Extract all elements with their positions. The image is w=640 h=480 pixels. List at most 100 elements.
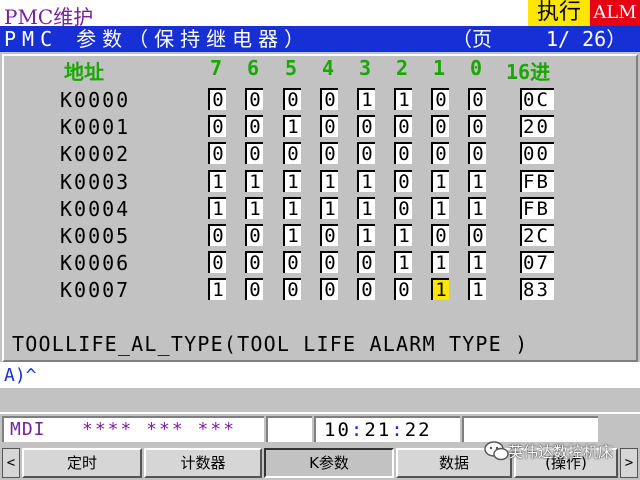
wechat-logo-icon — [484, 441, 510, 461]
bit-cell[interactable]: 0 — [468, 115, 486, 137]
bit-cell[interactable]: 0 — [245, 224, 263, 246]
bit-cell[interactable]: 0 — [468, 142, 486, 164]
clock-box: 10:21:22 — [314, 416, 460, 442]
bit-cell[interactable]: 1 — [208, 278, 226, 300]
bit-cell[interactable]: 0 — [431, 88, 449, 110]
bit-cell[interactable]: 1 — [394, 251, 412, 273]
bit-cell[interactable]: 0 — [468, 88, 486, 110]
bit-cell[interactable]: 0 — [245, 278, 263, 300]
bit-cell[interactable]: 1 — [357, 197, 375, 219]
bit-cell[interactable]: 1 — [468, 251, 486, 273]
bit-cell[interactable]: 0 — [283, 142, 301, 164]
bit-cell[interactable]: 1 — [283, 170, 301, 192]
bit-cell[interactable]: 0 — [394, 170, 412, 192]
bit-cell[interactable]: 1 — [357, 224, 375, 246]
bit-cell[interactable]: 1 — [431, 251, 449, 273]
bit-cell[interactable]: 1 — [208, 170, 226, 192]
bit-cell[interactable]: 0 — [245, 88, 263, 110]
bit-cell[interactable]: 0 — [357, 115, 375, 137]
row-address: K0005 — [60, 224, 131, 248]
hex-value: 00 — [520, 142, 554, 164]
row-address: K0002 — [60, 142, 131, 166]
bit-cell[interactable]: 1 — [468, 170, 486, 192]
watermark-text: 英伟达数控机床 — [508, 443, 614, 461]
bit-cell[interactable]: 0 — [357, 278, 375, 300]
bit-cell[interactable]: 0 — [208, 142, 226, 164]
bit-cell[interactable]: 1 — [357, 170, 375, 192]
bit-cell[interactable]: 0 — [208, 115, 226, 137]
softkey-prev-arrow[interactable]: < — [2, 448, 20, 478]
bit-cell[interactable]: 1 — [283, 115, 301, 137]
bit-cell[interactable]: 1 — [431, 170, 449, 192]
bit-cell[interactable]: 0 — [357, 251, 375, 273]
bit-cell[interactable]: 0 — [245, 142, 263, 164]
bit-cell[interactable]: 0 — [208, 251, 226, 273]
screen-header: PMC 参数（保持继电器） （页 1/ 26） — [0, 26, 640, 52]
bit-cell[interactable]: 0 — [245, 115, 263, 137]
bit-cell[interactable]: 0 — [357, 142, 375, 164]
bit-cell[interactable]: 0 — [320, 224, 338, 246]
bit-cell[interactable]: 1 — [394, 88, 412, 110]
bit-cell[interactable]: 1 — [245, 170, 263, 192]
bit-cell[interactable]: 0 — [320, 115, 338, 137]
bit-cell[interactable]: 0 — [320, 278, 338, 300]
softkey-2[interactable]: K参数 — [264, 448, 394, 478]
bit-cell[interactable]: 1 — [394, 224, 412, 246]
row-address: K0007 — [60, 278, 131, 302]
bit-cell[interactable]: 1 — [208, 197, 226, 219]
bit-cell[interactable]: 1 — [431, 278, 449, 300]
softkey-0[interactable]: 定时 — [22, 448, 142, 478]
bit-cell[interactable]: 0 — [394, 115, 412, 137]
bit-cell[interactable]: 0 — [320, 251, 338, 273]
bit-cell[interactable]: 0 — [245, 251, 263, 273]
bit-cell[interactable]: 0 — [394, 278, 412, 300]
parameter-description: TOOLLIFE_AL_TYPE(TOOL LIFE ALARM TYPE ) — [12, 332, 529, 356]
bit-cell[interactable]: 0 — [468, 224, 486, 246]
input-buffer: A)^ — [4, 365, 37, 386]
mode-label: MDI — [10, 419, 46, 440]
key-input-line[interactable]: A)^ — [0, 364, 640, 388]
bit-cell[interactable]: 1 — [245, 197, 263, 219]
bit-cell[interactable]: 0 — [431, 142, 449, 164]
bit-cell[interactable]: 0 — [283, 251, 301, 273]
row-address: K0004 — [60, 197, 131, 221]
bit-cell[interactable]: 0 — [394, 142, 412, 164]
bit-cell[interactable]: 1 — [320, 197, 338, 219]
status-box-empty-1 — [266, 416, 312, 442]
bit-column-header: 5 — [285, 56, 298, 80]
bit-cell[interactable]: 1 — [357, 88, 375, 110]
screen-name: PMC 参数（保持继电器） — [4, 27, 311, 51]
hex-value: 20 — [520, 115, 554, 137]
bit-cell[interactable]: 0 — [208, 88, 226, 110]
row-address: K0001 — [60, 115, 131, 139]
bit-cell[interactable]: 0 — [283, 278, 301, 300]
bit-cell[interactable]: 0 — [394, 197, 412, 219]
softkey-next-arrow[interactable]: > — [620, 448, 638, 478]
bit-column-header: 4 — [322, 56, 335, 80]
bit-cell[interactable]: 1 — [431, 197, 449, 219]
alarm-badge[interactable]: ALM — [590, 0, 640, 26]
bit-cell[interactable]: 1 — [468, 278, 486, 300]
bit-cell[interactable]: 0 — [431, 224, 449, 246]
bit-column-header: 1 — [433, 56, 446, 80]
bit-cell[interactable]: 0 — [283, 88, 301, 110]
bit-cell[interactable]: 0 — [320, 88, 338, 110]
page-label: （页 — [452, 27, 492, 51]
bit-cell[interactable]: 0 — [320, 142, 338, 164]
bit-cell[interactable]: 0 — [431, 115, 449, 137]
bit-cell[interactable]: 0 — [208, 224, 226, 246]
bit-cell[interactable]: 1 — [320, 170, 338, 192]
hex-value: 83 — [520, 278, 554, 300]
clock-time: 10:21:22 — [324, 419, 432, 441]
row-address: K0006 — [60, 251, 131, 275]
bit-cell[interactable]: 1 — [283, 224, 301, 246]
status-box-empty-2 — [462, 416, 598, 442]
softkey-1[interactable]: 计数器 — [144, 448, 262, 478]
address-column-header: 地址 — [64, 60, 104, 84]
bit-cell[interactable]: 1 — [283, 197, 301, 219]
bit-column-header: 0 — [470, 56, 483, 80]
exec-status-badge: 执行 — [528, 0, 590, 26]
bit-cell[interactable]: 1 — [468, 197, 486, 219]
hex-value: 2C — [520, 224, 554, 246]
message-area — [0, 388, 640, 412]
